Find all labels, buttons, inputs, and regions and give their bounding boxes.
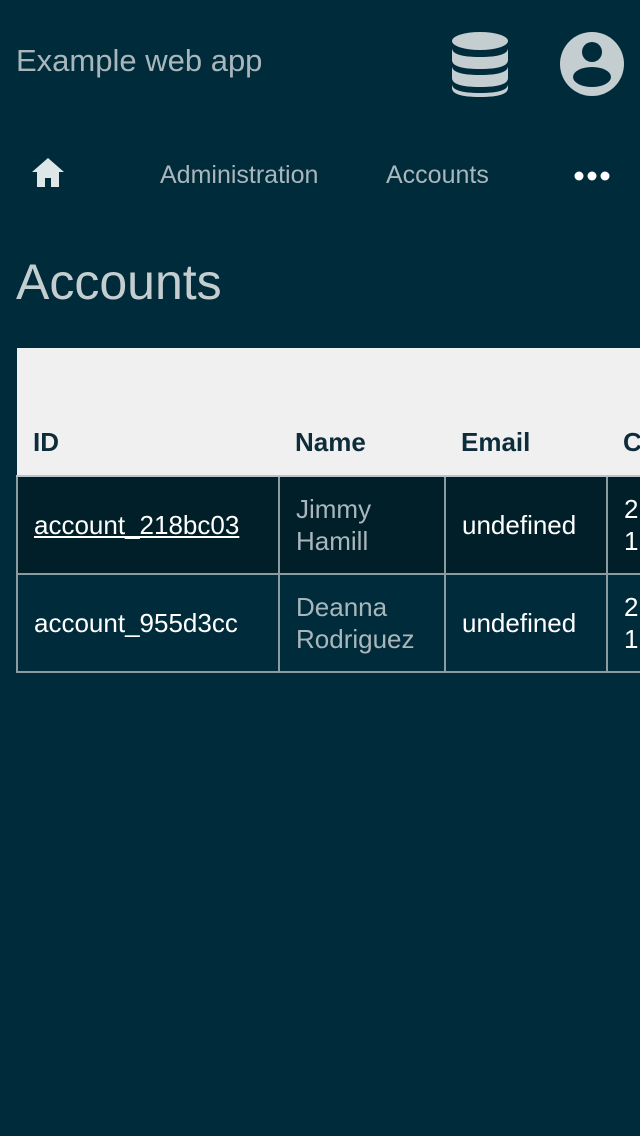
nav-administration[interactable]: Administration: [160, 160, 318, 190]
cell-id: account_218bc03: [16, 475, 280, 575]
app-title: Example web app: [16, 43, 263, 78]
page-title: Accounts: [16, 254, 222, 310]
home-icon[interactable]: [29, 155, 67, 191]
column-header-created[interactable]: C: [607, 348, 640, 477]
column-header-name[interactable]: Name: [279, 348, 445, 477]
table-row[interactable]: account_218bc03 Jimmy Hamill undefined 2…: [16, 475, 640, 575]
database-icon[interactable]: [450, 30, 510, 98]
column-header-email[interactable]: Email: [445, 348, 607, 477]
table-header-row: ID Name Email C: [17, 348, 640, 477]
column-header-id[interactable]: ID: [17, 348, 279, 477]
cell-created: 2 1: [606, 475, 640, 575]
account-id-link[interactable]: account_218bc03: [34, 510, 239, 540]
cell-name: Jimmy Hamill: [278, 475, 446, 575]
account-circle-icon[interactable]: [558, 30, 626, 98]
cell-email: undefined: [444, 573, 608, 673]
accounts-table: ID Name Email C account_218bc03 Jimmy Ha…: [16, 348, 640, 673]
cell-id: account_955d3cc: [16, 573, 280, 673]
table-row[interactable]: account_955d3cc Deanna Rodriguez undefin…: [16, 573, 640, 673]
cell-created: 2 1: [606, 573, 640, 673]
nav-accounts[interactable]: Accounts: [386, 160, 489, 190]
cell-email: undefined: [444, 475, 608, 575]
app-screen: Example web app Administration Accounts …: [0, 0, 640, 1136]
more-horizontal-icon[interactable]: [572, 162, 612, 190]
accounts-table-container[interactable]: ID Name Email C account_218bc03 Jimmy Ha…: [16, 348, 640, 678]
cell-name: Deanna Rodriguez: [278, 573, 446, 673]
